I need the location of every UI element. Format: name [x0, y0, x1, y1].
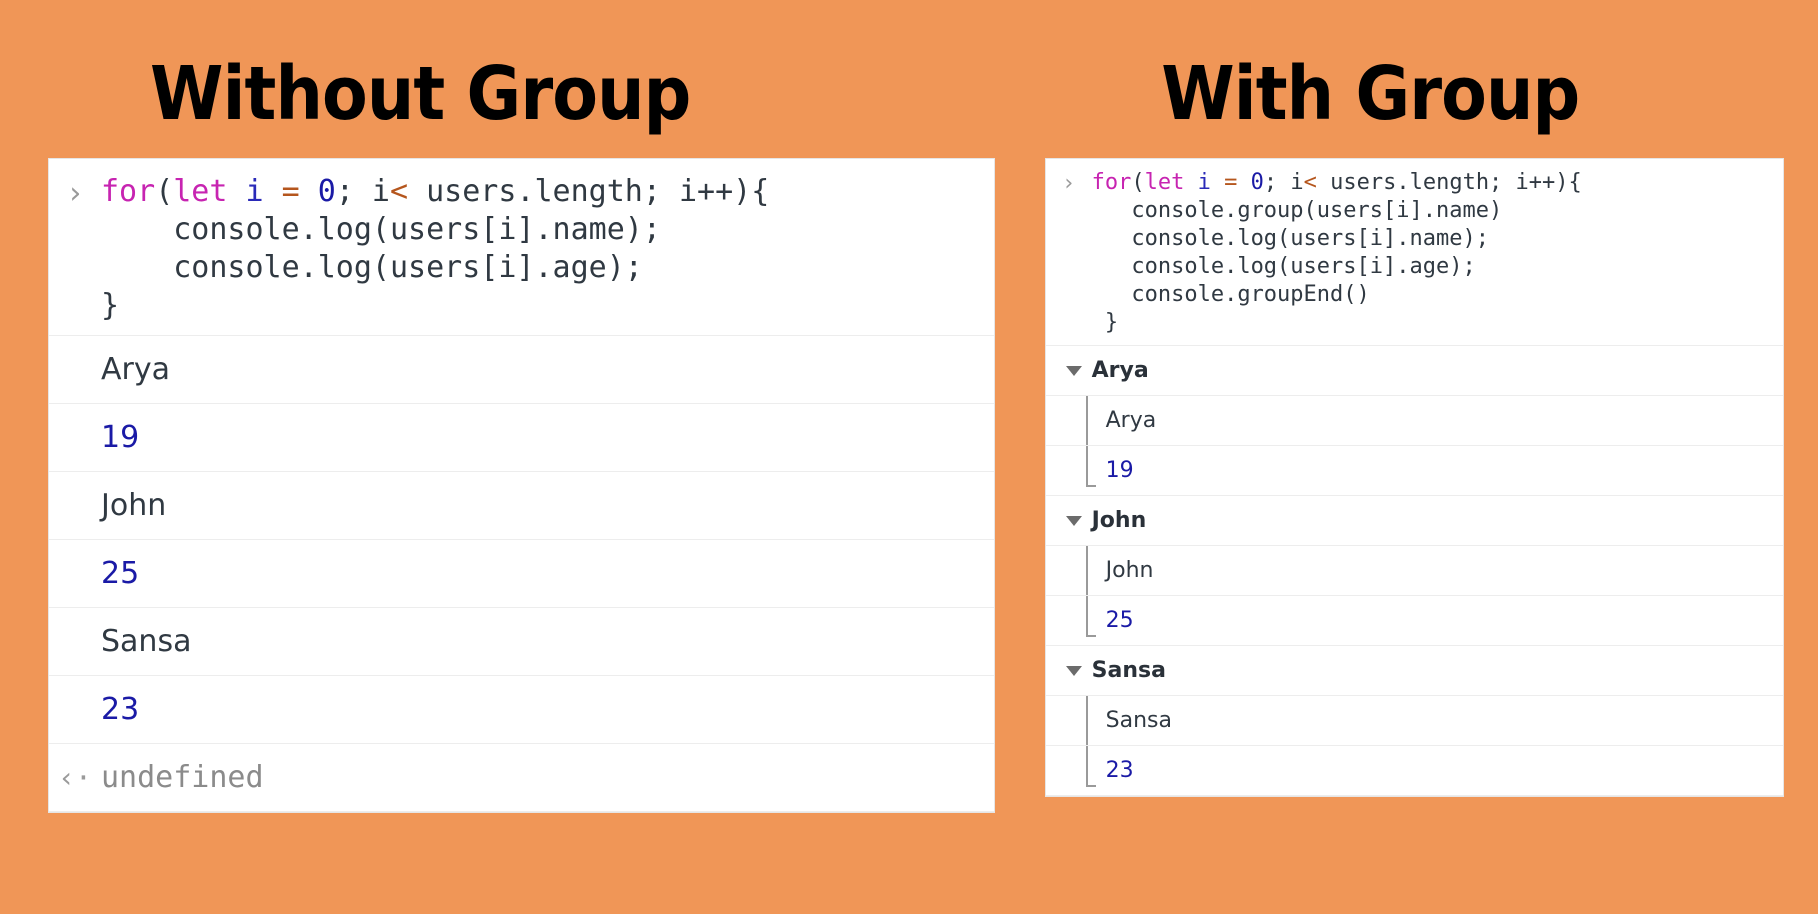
- console-group-child-row[interactable]: 19: [1045, 446, 1783, 496]
- code-token-cond-start: ; i: [335, 174, 390, 209]
- slide-canvas: Without Group With Group › for(let i = 0…: [0, 0, 1818, 914]
- prompt-chevron-icon: ›: [65, 176, 85, 211]
- code-token-assign: =: [1224, 170, 1238, 195]
- code-token-cond-rest: users.length; i++){: [408, 174, 770, 209]
- console-input-row[interactable]: › for(let i = 0; i< users.length; i++){ …: [49, 159, 994, 336]
- console-output-row[interactable]: 19: [49, 404, 994, 472]
- code-token-number-zero: 0: [317, 174, 336, 209]
- console-group-child-row[interactable]: John: [1045, 546, 1783, 596]
- output-value: Sansa: [1105, 707, 1172, 733]
- code-line-3: console.log(users[i].age);: [101, 250, 643, 285]
- code-line-2: console.log(users[i].name);: [101, 212, 661, 247]
- console-input-row[interactable]: › for(let i = 0; i< users.length; i++){ …: [1045, 159, 1783, 346]
- code-token-var-i: i: [1197, 170, 1211, 195]
- code-token-number-zero: 0: [1250, 170, 1264, 195]
- console-output-row[interactable]: John: [49, 472, 994, 540]
- group-rail: [1085, 696, 1088, 745]
- group-toggle-gutter[interactable]: [1046, 515, 1092, 526]
- caret-down-icon[interactable]: [1065, 515, 1082, 526]
- input-gutter: ›: [1046, 169, 1092, 195]
- page-title-with-group: With Group: [1161, 51, 1580, 137]
- code-token-keyword-let: let: [1144, 170, 1185, 195]
- console-code-block: for(let i = 0; i< users.length; i++){ co…: [1092, 169, 1582, 337]
- group-rail: [1085, 446, 1096, 487]
- code-token-space-3: [1237, 170, 1250, 195]
- code-token-space-2: [1211, 170, 1224, 195]
- code-token-keyword-for: for: [1091, 170, 1132, 195]
- console-output-row[interactable]: Sansa: [49, 608, 994, 676]
- console-group-header[interactable]: Sansa: [1045, 646, 1783, 696]
- consoles-row: › for(let i = 0; i< users.length; i++){ …: [0, 136, 1818, 813]
- output-value: Sansa: [101, 623, 192, 659]
- output-value: John: [1105, 557, 1154, 583]
- return-arrow-icon: ‹·: [58, 760, 92, 794]
- code-token-var-i: i: [245, 174, 264, 209]
- code-line-4: }: [101, 288, 120, 323]
- console-group-child-row[interactable]: Arya: [1045, 396, 1783, 446]
- code-token-paren: (: [1131, 170, 1145, 195]
- output-value: Arya: [1105, 407, 1157, 433]
- code-token-keyword-let: let: [173, 174, 228, 209]
- code-token-assign: =: [281, 174, 300, 209]
- console-output-row[interactable]: 23: [49, 676, 994, 744]
- console-group-child-row[interactable]: 23: [1045, 746, 1783, 796]
- code-token-less-than: <: [1303, 170, 1317, 195]
- page-title-without-group: Without Group: [150, 51, 691, 137]
- code-token-space-1: [1184, 170, 1197, 195]
- console-code-block: for(let i = 0; i< users.length; i++){ co…: [101, 173, 769, 325]
- output-value: 25: [101, 555, 140, 591]
- code-line-3: console.log(users[i].name);: [1091, 226, 1489, 251]
- output-value: 23: [101, 691, 140, 727]
- output-value: 25: [1105, 607, 1134, 633]
- console-output-row[interactable]: Arya: [49, 336, 994, 404]
- title-cell-without-group: Without Group: [0, 52, 909, 136]
- title-cell-with-group: With Group: [909, 52, 1818, 136]
- console-group-header[interactable]: Arya: [1045, 346, 1783, 396]
- console-panel-without-group: › for(let i = 0; i< users.length; i++){ …: [48, 158, 995, 813]
- output-value: John: [101, 487, 167, 523]
- code-token-space-2: [264, 174, 282, 209]
- group-rail: [1085, 596, 1096, 637]
- caret-down-icon[interactable]: [1065, 365, 1082, 376]
- group-toggle-gutter[interactable]: [1046, 365, 1092, 376]
- code-token-space-3: [300, 174, 318, 209]
- code-token-cond-rest: users.length; i++){: [1316, 170, 1582, 195]
- code-token-less-than: <: [390, 174, 409, 209]
- code-line-2: console.group(users[i].name): [1091, 198, 1503, 223]
- output-value: Arya: [101, 351, 170, 387]
- return-value: undefined: [101, 759, 264, 795]
- output-value: 19: [101, 419, 140, 455]
- console-group-child-row[interactable]: 25: [1045, 596, 1783, 646]
- prompt-chevron-icon: ›: [1062, 171, 1076, 196]
- return-gutter: ‹·: [49, 760, 101, 794]
- console-output-row[interactable]: 25: [49, 540, 994, 608]
- titles-row: Without Group With Group: [0, 0, 1818, 136]
- console-group-header[interactable]: John: [1045, 496, 1783, 546]
- group-label: Arya: [1091, 357, 1149, 383]
- group-label: John: [1091, 507, 1147, 533]
- output-value: 23: [1105, 757, 1134, 783]
- group-rail: [1085, 546, 1088, 595]
- console-group-child-row[interactable]: Sansa: [1045, 696, 1783, 746]
- console-panel-with-group: › for(let i = 0; i< users.length; i++){ …: [1044, 158, 1784, 797]
- group-rail: [1085, 746, 1096, 787]
- group-toggle-gutter[interactable]: [1046, 665, 1092, 676]
- code-token-paren: (: [155, 174, 174, 209]
- output-value: 19: [1105, 457, 1134, 483]
- code-token-cond-start: ; i: [1263, 170, 1304, 195]
- group-label: Sansa: [1091, 657, 1166, 683]
- code-line-6: }: [1091, 310, 1119, 335]
- code-line-4: console.log(users[i].age);: [1091, 254, 1476, 279]
- console-return-row[interactable]: ‹· undefined: [49, 744, 994, 812]
- code-token-space-1: [227, 174, 245, 209]
- caret-down-icon[interactable]: [1065, 665, 1082, 676]
- code-token-keyword-for: for: [101, 174, 156, 209]
- input-gutter: ›: [49, 173, 101, 209]
- group-rail: [1085, 396, 1088, 445]
- code-line-5: console.groupEnd(): [1091, 282, 1370, 307]
